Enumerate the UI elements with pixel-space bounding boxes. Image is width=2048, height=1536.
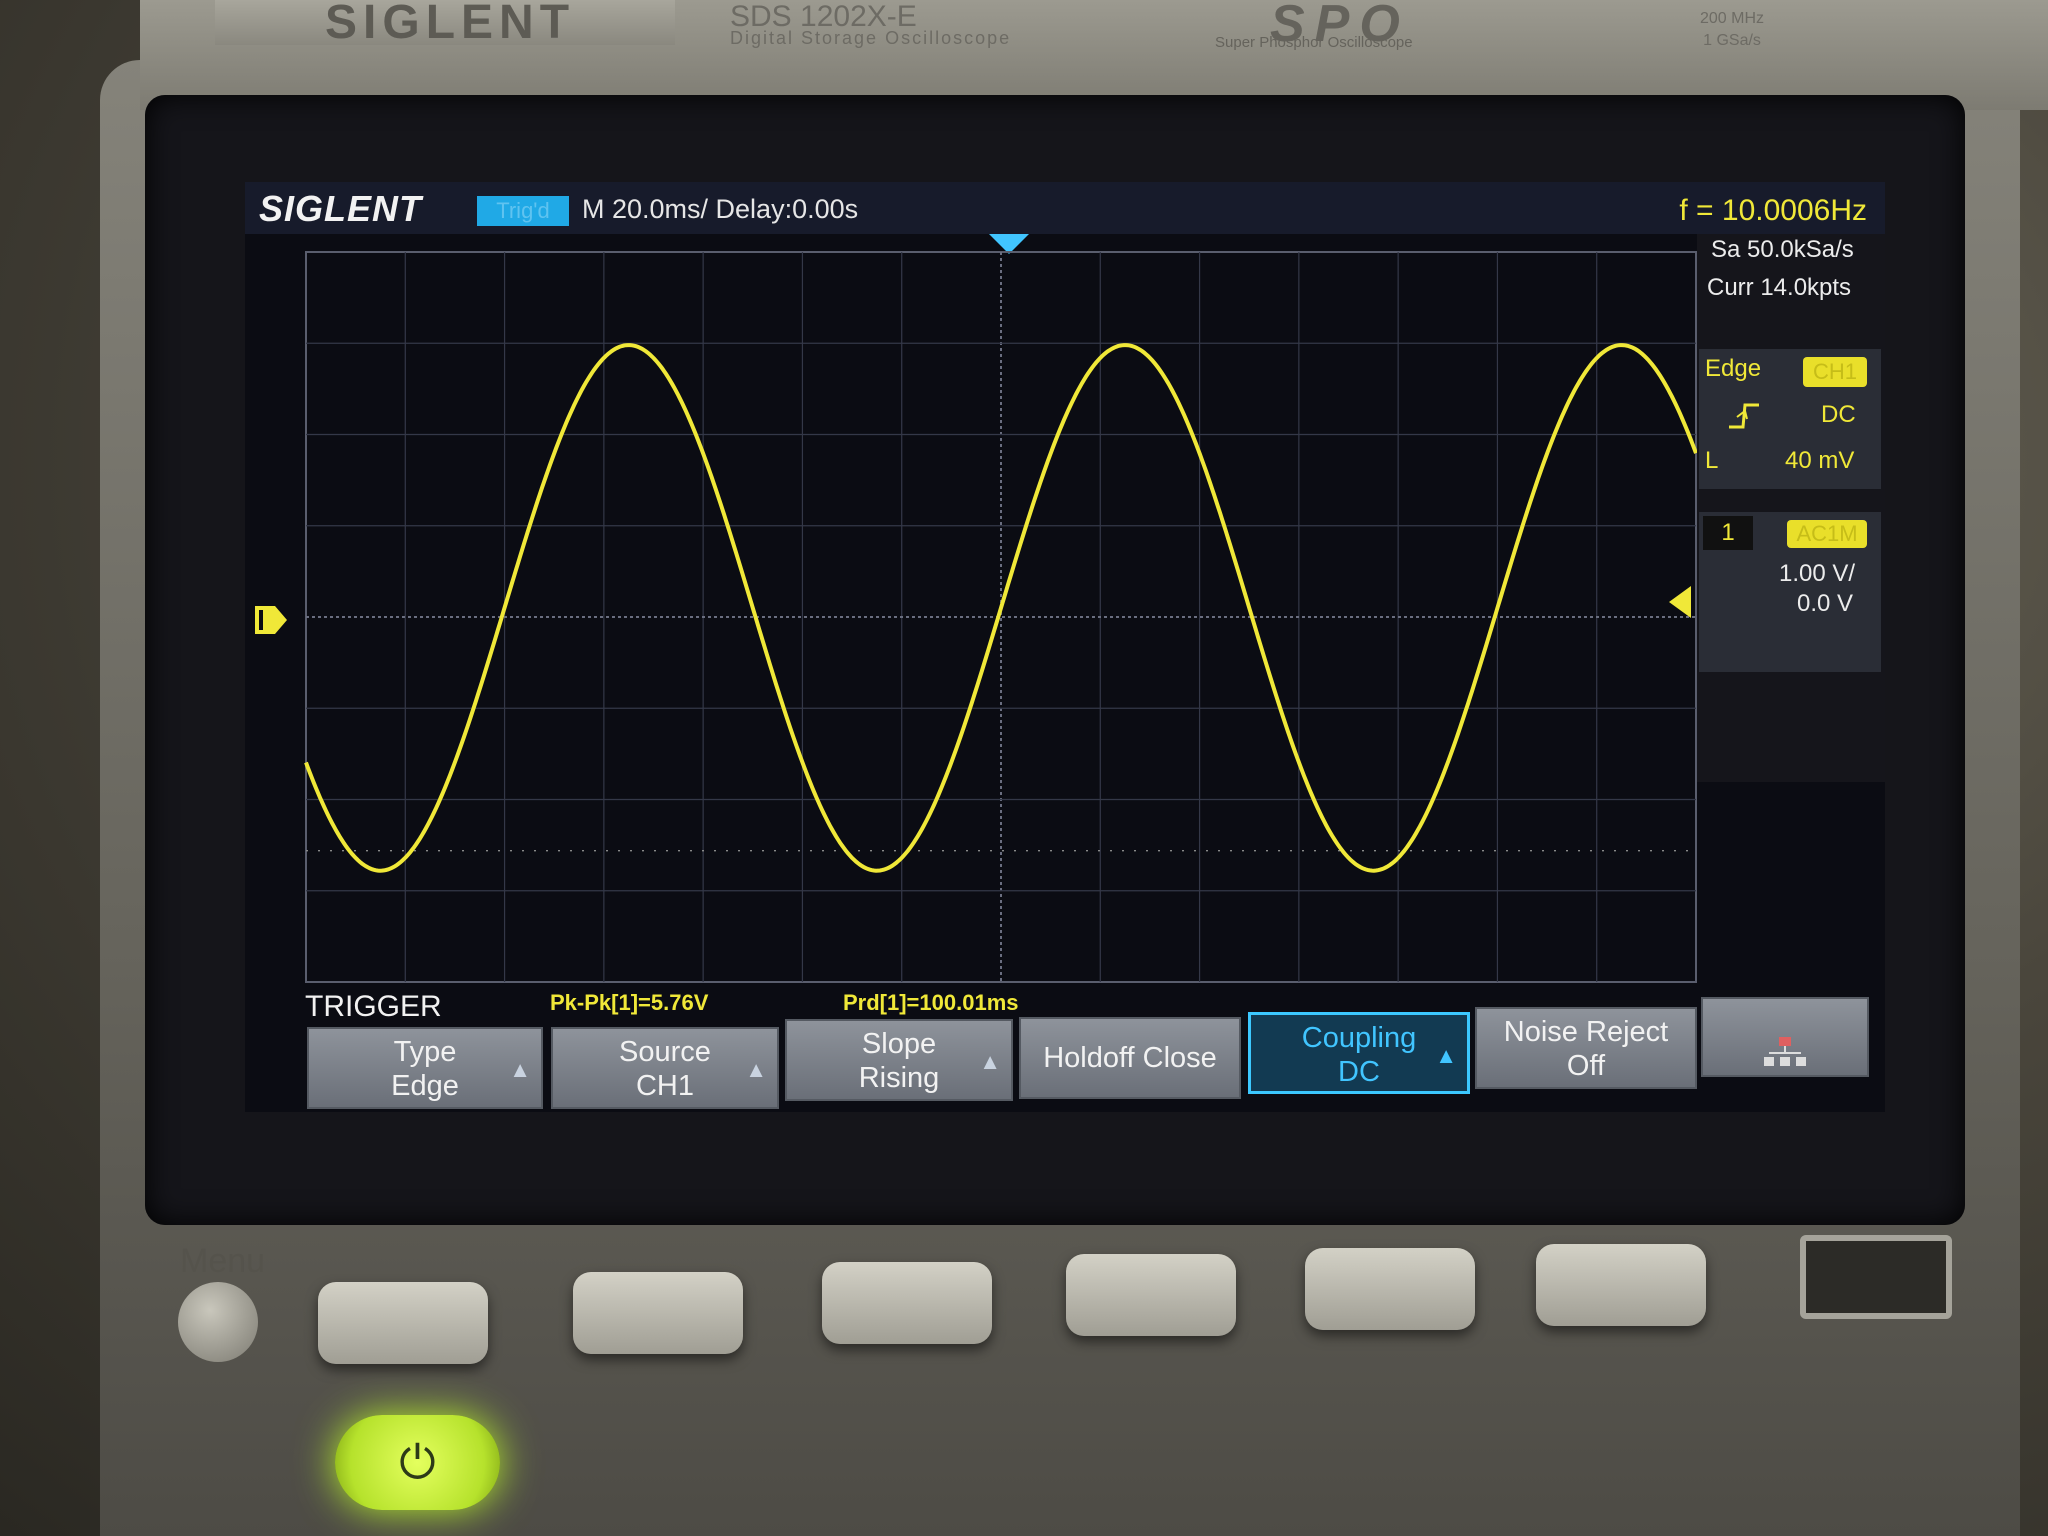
model-subtitle: Digital Storage Oscilloscope — [730, 28, 1012, 48]
siglent-logo: SIGLENT — [259, 188, 423, 229]
trigger-level-label: L — [1705, 447, 1719, 474]
trigger-level-marker[interactable] — [1667, 584, 1693, 620]
power-icon: ⏻ — [399, 1436, 436, 1488]
softkey-source[interactable]: Source CH1 ▲ — [551, 1027, 779, 1109]
brand-plate: SIGLENT — [215, 0, 675, 47]
softkey-slope-value: Rising — [858, 1062, 940, 1094]
trigger-type-label: Edge — [1705, 355, 1762, 382]
softkey-slope-title: Slope — [861, 1028, 937, 1060]
channel-offset-readout: 0.0 V — [1797, 590, 1854, 617]
hardware-softkey-3[interactable] — [822, 1262, 992, 1344]
hardware-softkey-2[interactable] — [573, 1272, 743, 1354]
spo-subtitle: Super Phosphor Oscilloscope — [1215, 34, 1413, 51]
softkey-source-value: CH1 — [635, 1070, 694, 1102]
softkey-noise-reject[interactable]: Noise Reject Off — [1475, 1007, 1697, 1089]
softkey-network[interactable] — [1701, 997, 1869, 1077]
rising-edge-icon — [1729, 403, 1759, 429]
spec-label: 200 MHz 1 GSa/s — [1700, 8, 1764, 52]
channel1-summary[interactable]: 1 AC1M 1.00 V/ 0.0 V — [1699, 512, 1881, 672]
arrow-up-icon: ▲ — [979, 1049, 1001, 1074]
softkey-type-title: Type — [393, 1036, 457, 1068]
hardware-softkey-1[interactable] — [318, 1282, 488, 1364]
sample-rate-readout: Sa 50.0kSa/s — [1711, 236, 1854, 263]
waveform-grid — [300, 234, 1698, 1112]
memory-depth-readout: Curr 14.0kpts — [1707, 274, 1852, 301]
status-bar: SIGLENT Trig'd M 20.0ms/ Delay:0.00s f =… — [245, 182, 1885, 234]
graticule — [304, 251, 1698, 983]
hardware-softkey-6[interactable] — [1536, 1244, 1706, 1326]
sample-rate-spec: 1 GSa/s — [1703, 32, 1761, 49]
softkey-coupling[interactable]: Coupling DC ▲ — [1248, 1012, 1470, 1094]
softkey-slope[interactable]: Slope Rising ▲ — [785, 1019, 1013, 1101]
trigger-level-value: 40 mV — [1785, 447, 1855, 474]
frequency-readout: f = 10.0006Hz — [1679, 194, 1867, 227]
softkey-holdoff-title: Holdoff Close — [1043, 1042, 1217, 1074]
brand-label: SIGLENT — [325, 0, 576, 49]
channel1-ground-marker[interactable] — [253, 602, 289, 638]
menu-button-label: Menu — [180, 1242, 266, 1280]
softkey-source-title: Source — [619, 1036, 711, 1068]
arrow-up-icon: ▲ — [1435, 1043, 1457, 1068]
bandwidth-label: 200 MHz — [1700, 10, 1765, 27]
softkey-type[interactable]: Type Edge ▲ — [307, 1027, 543, 1109]
softkey-holdoff[interactable]: Holdoff Close — [1019, 1017, 1241, 1099]
trigger-source-badge: CH1 — [1803, 357, 1867, 387]
oscilloscope-screen: SIGLENT Trig'd M 20.0ms/ Delay:0.00s f =… — [245, 182, 1885, 1112]
timebase-readout: M 20.0ms/ Delay:0.00s — [582, 194, 859, 224]
arrow-up-icon: ▲ — [509, 1057, 531, 1082]
softkey-type-value: Edge — [391, 1070, 459, 1102]
hardware-softkey-4[interactable] — [1066, 1254, 1236, 1336]
trigger-status-badge: Trig'd — [477, 196, 569, 226]
hardware-softkey-5[interactable] — [1305, 1248, 1475, 1330]
trigger-coupling-label: DC — [1821, 401, 1856, 428]
volts-per-div-readout: 1.00 V/ — [1779, 560, 1856, 587]
power-button[interactable]: ⏻ — [335, 1415, 500, 1510]
softkey-noise-reject-title: Noise Reject — [1503, 1016, 1669, 1048]
softkey-menu: Type Edge ▲ Source CH1 ▲ Slope Rising ▲ … — [245, 997, 1885, 1112]
info-panel: Sa 50.0kSa/s Curr 14.0kpts Edge CH1 DC L… — [1697, 234, 1885, 782]
channel-coupling-badge: AC1M — [1787, 520, 1867, 548]
network-icon — [1764, 1037, 1806, 1066]
softkey-noise-reject-value: Off — [1566, 1050, 1606, 1082]
trigger-summary[interactable]: Edge CH1 DC L 40 mV — [1699, 349, 1881, 489]
usb-port[interactable] — [1800, 1235, 1952, 1319]
arrow-up-icon: ▲ — [745, 1057, 767, 1082]
channel-number-badge: 1 — [1703, 516, 1753, 550]
channel1-waveform — [304, 343, 1698, 873]
menu-button[interactable] — [178, 1282, 258, 1362]
